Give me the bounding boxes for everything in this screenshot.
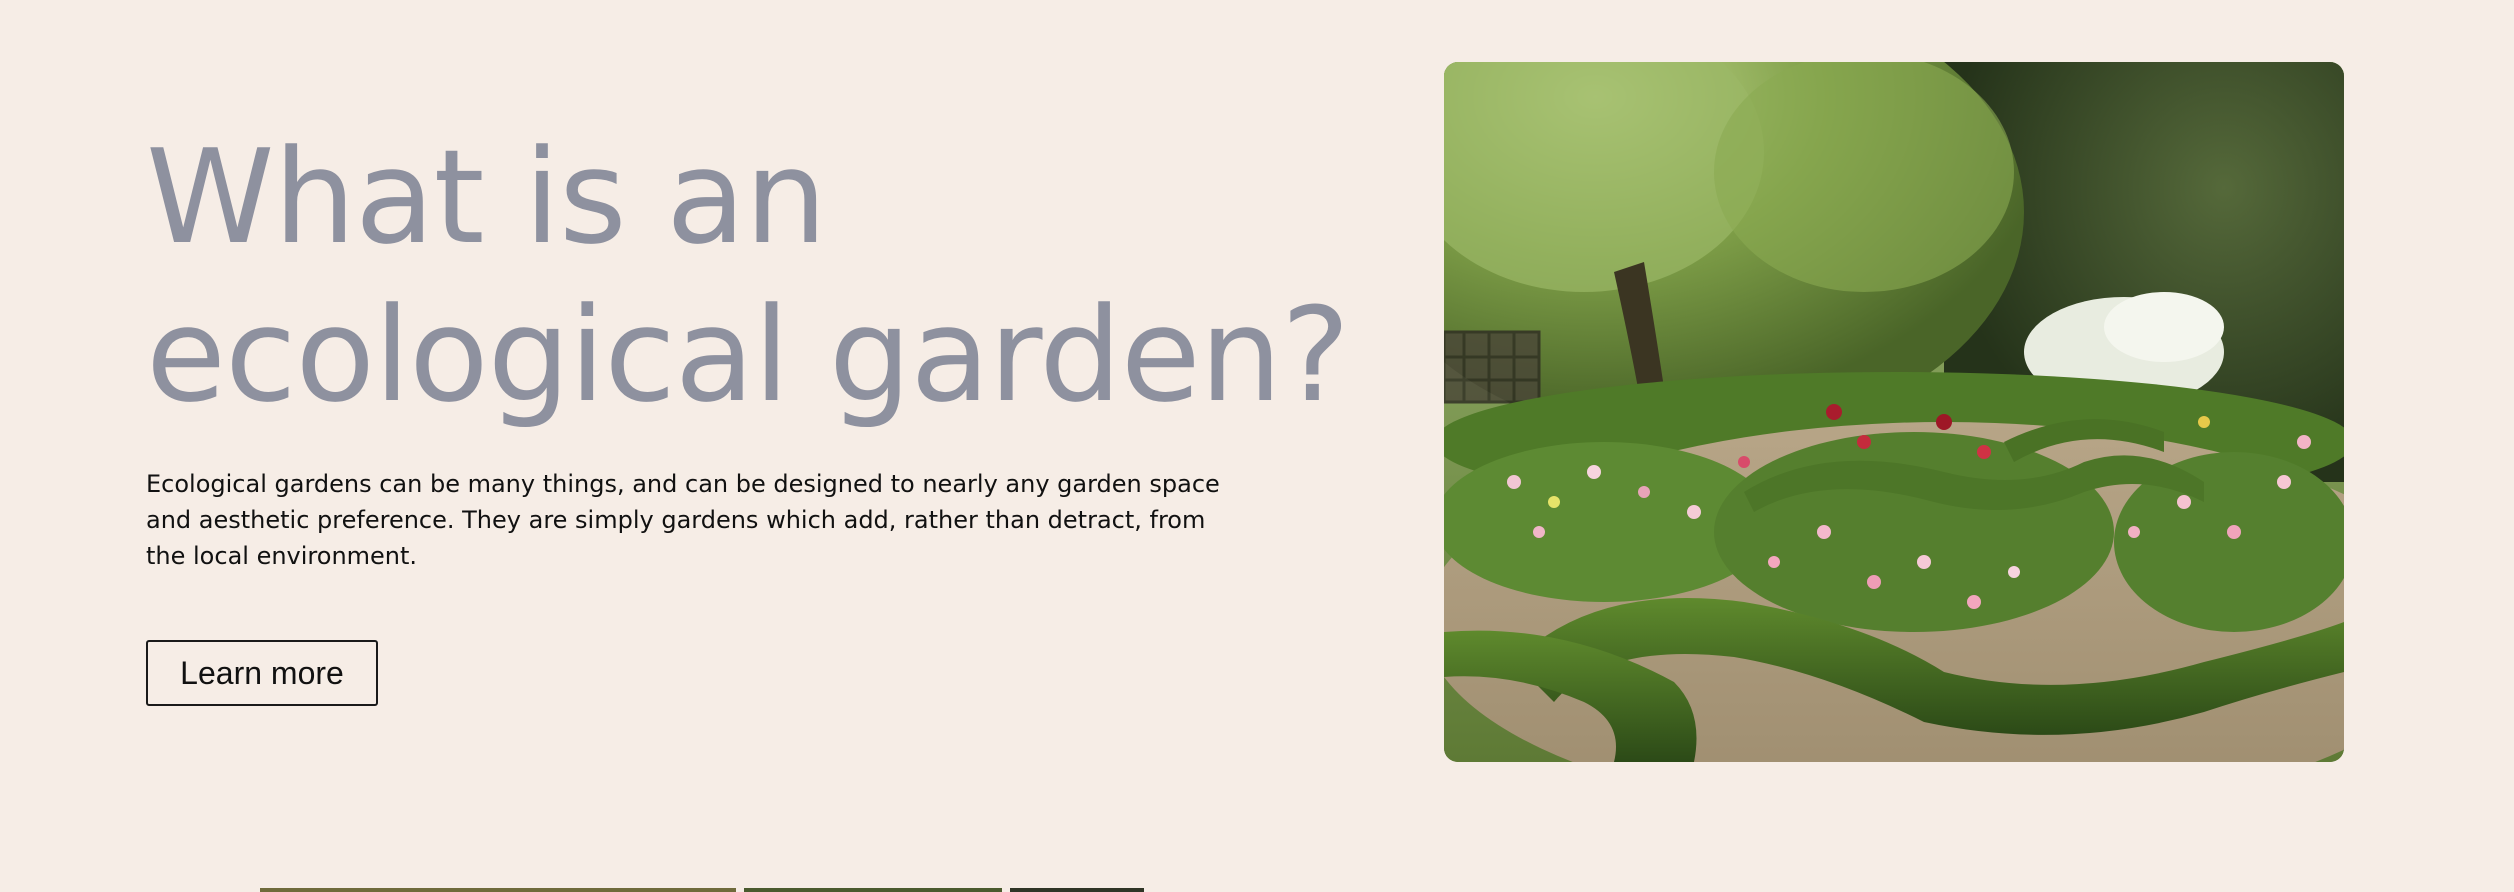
hero-description: Ecological gardens can be many things, a… <box>146 470 1220 570</box>
garden-photo <box>1444 62 2344 762</box>
page-title: What is an ecological garden? <box>146 118 1350 434</box>
preview-image-3 <box>1010 888 1144 892</box>
page-title-line-1: What is an <box>146 121 827 273</box>
preview-image-2 <box>744 888 1002 892</box>
page-title-line-2: ecological garden? <box>146 279 1350 431</box>
garden-photo-illustration <box>1444 62 2344 762</box>
preview-image-1 <box>260 888 736 892</box>
learn-more-button[interactable]: Learn more <box>146 640 378 706</box>
next-section-preview <box>260 888 1144 892</box>
hero-text-section: What is an ecological garden? <box>146 118 1350 434</box>
